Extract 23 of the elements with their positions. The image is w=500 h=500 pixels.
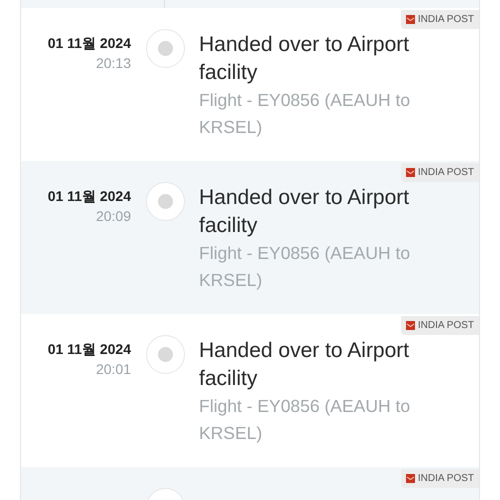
carrier-badge: INDIA POST — [400, 10, 479, 29]
mail-icon — [406, 321, 415, 330]
mail-icon — [406, 168, 415, 177]
timeline-node-icon — [146, 29, 184, 68]
event-title: Handed over to Airport facility — [199, 185, 410, 239]
event-detail: Flight - EY0856 (AEAUH to KRSEL) — [199, 89, 412, 139]
event-date: 01 11월 2024 — [48, 187, 131, 206]
event-time: 20:01 — [96, 360, 131, 379]
timeline-node-icon — [146, 335, 184, 374]
event-time: 20:13 — [96, 54, 131, 73]
event-detail: Flight - EY0856 (AEAUH to KRSEL) — [199, 395, 412, 445]
carrier-badge: INDIA POST — [400, 316, 479, 335]
event-title: Handed over to Airport facility — [199, 32, 410, 86]
event-date: 01 11월 2024 — [48, 340, 131, 359]
timeline-node-icon — [146, 182, 184, 221]
event-time: 20:09 — [96, 207, 131, 226]
event-title: Handed over to Airport facility — [199, 338, 410, 392]
event-detail: Flight - EY0856 (AEAUH to KRSEL) — [199, 242, 412, 292]
carrier-badge: INDIA POST — [400, 469, 479, 488]
carrier-badge: INDIA POST — [400, 163, 479, 182]
mail-icon — [406, 474, 415, 483]
event-date: 01 11월 2024 — [48, 34, 131, 53]
mail-icon — [406, 15, 415, 24]
